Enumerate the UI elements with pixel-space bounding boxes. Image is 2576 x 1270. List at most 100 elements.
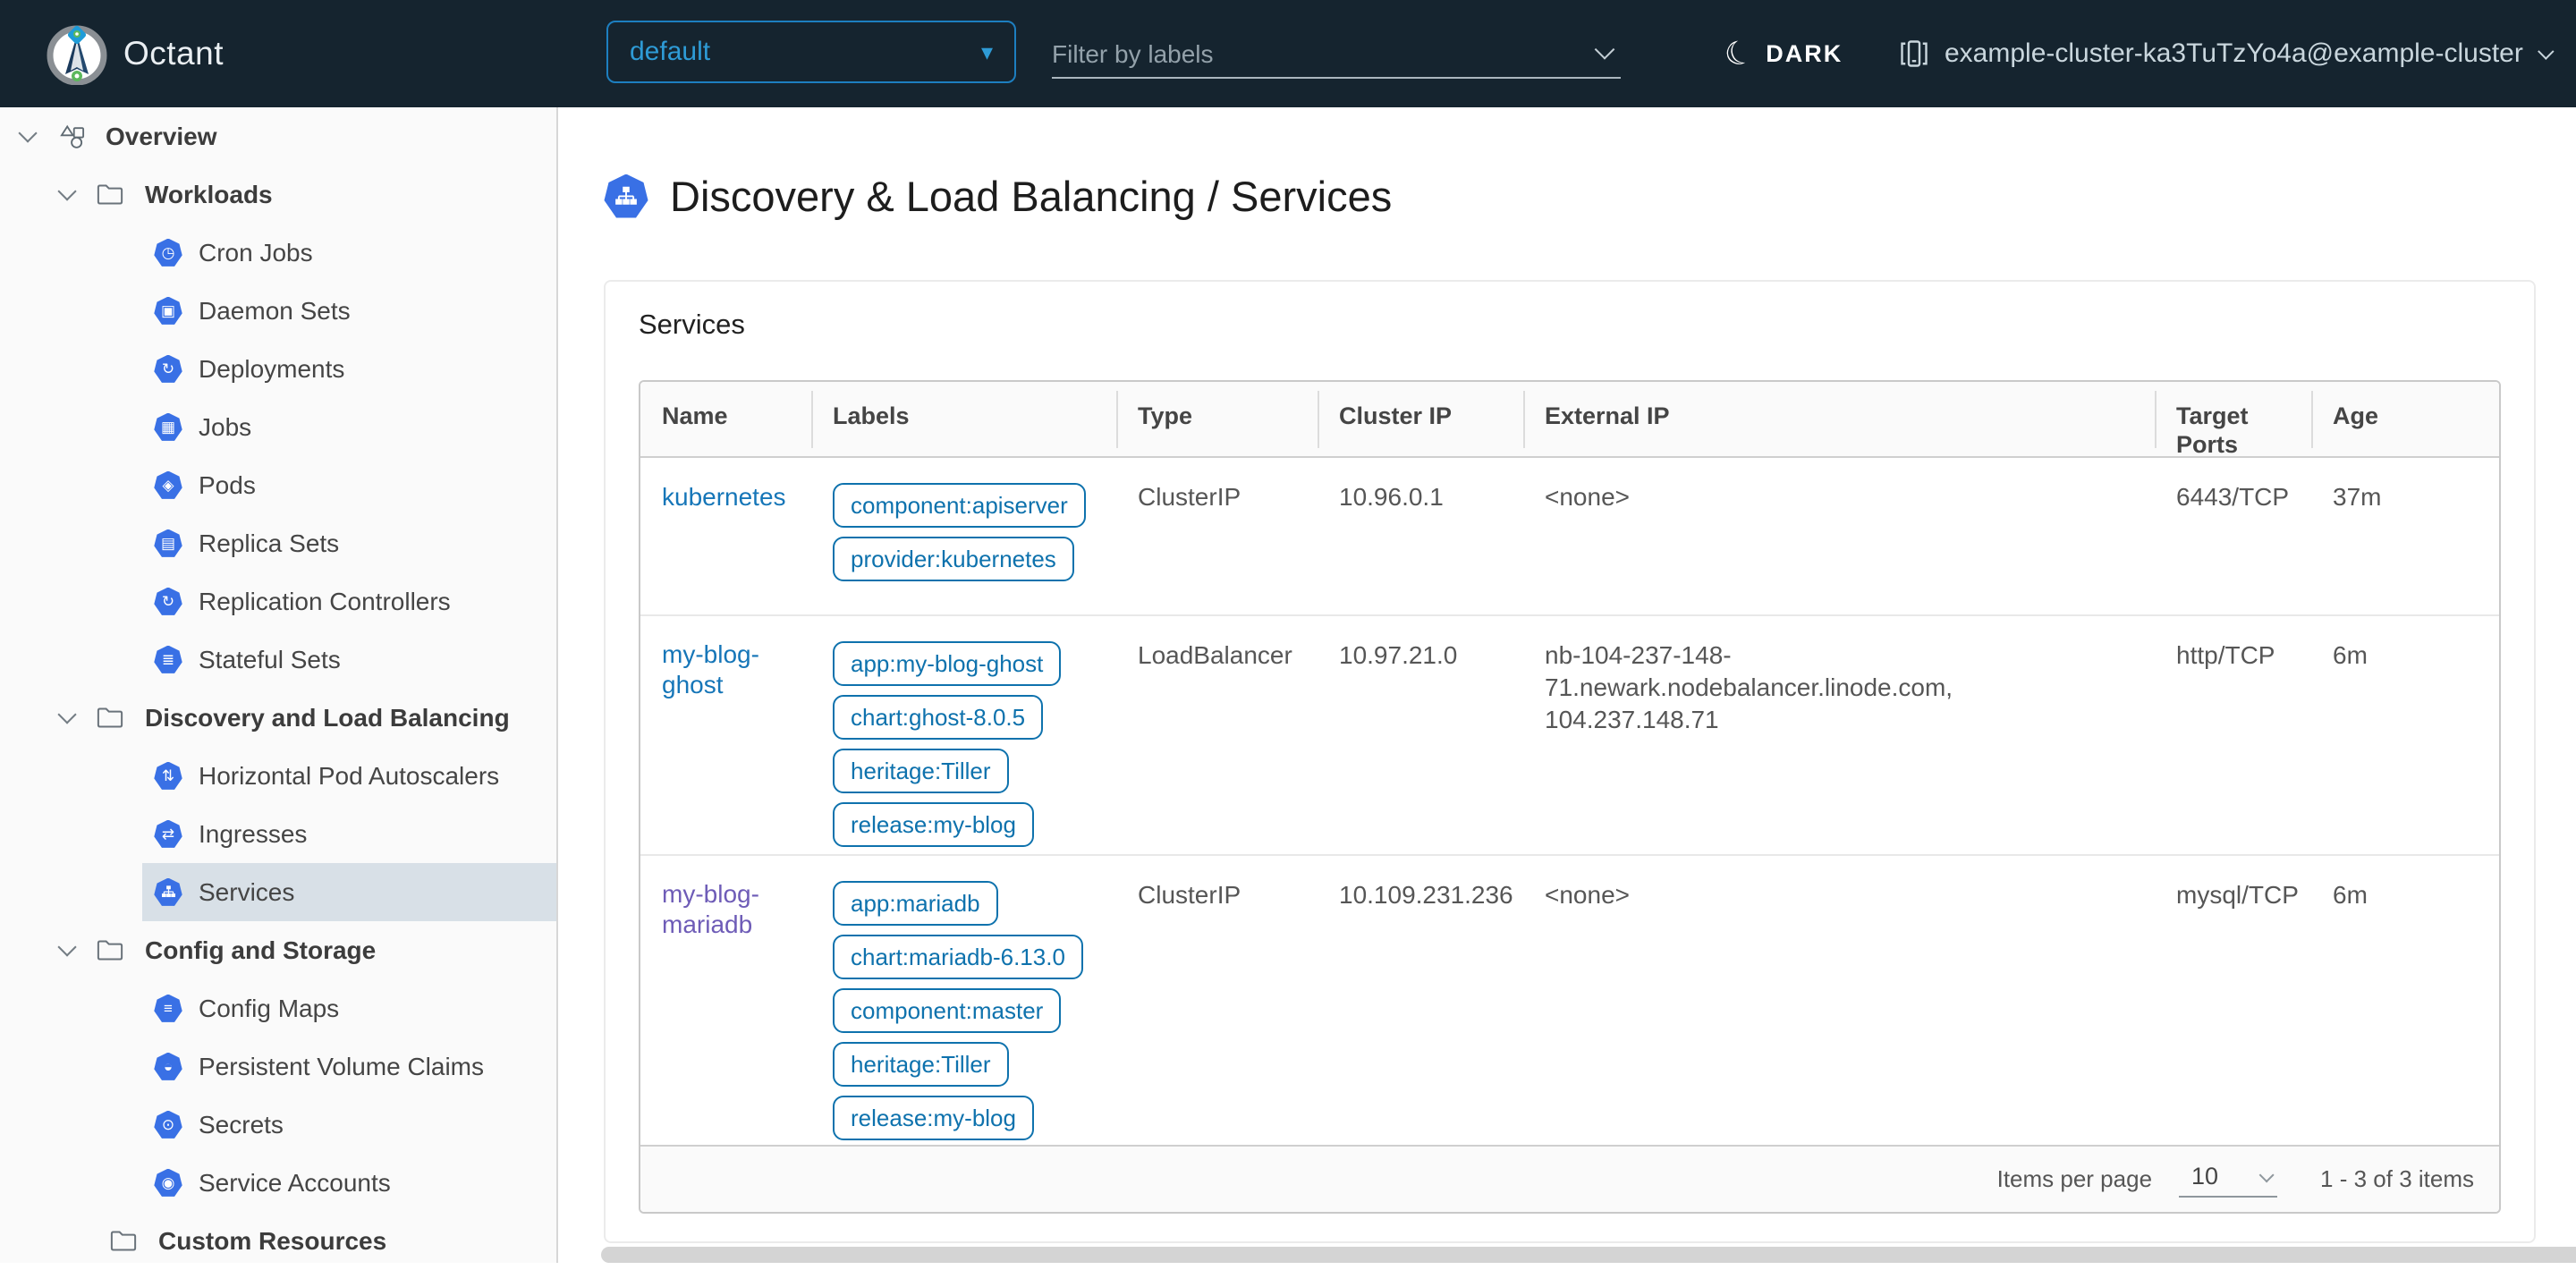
sidebar-item-config-maps[interactable]: ≡ Config Maps — [0, 979, 556, 1037]
label-pill[interactable]: heritage:Tiller — [833, 1042, 1009, 1087]
label-pill[interactable]: app:my-blog-ghost — [833, 641, 1062, 686]
cluster-context-menu[interactable]: example-cluster-ka3TuTzYo4a@example-clus… — [1898, 0, 2555, 107]
table-header-row: Name Labels Type Cluster IP External IP … — [640, 382, 2499, 458]
services-icon — [154, 877, 182, 906]
sidebar-item-persistent-volume-claims[interactable]: ◒ Persistent Volume Claims — [0, 1037, 556, 1096]
sidebar-item-label: Ingresses — [199, 819, 308, 848]
sidebar-item-replica-sets[interactable]: ▤ Replica Sets — [0, 514, 556, 572]
chevron-down-icon — [18, 123, 38, 143]
sidebar-item-stateful-sets[interactable]: ≣ Stateful Sets — [0, 631, 556, 689]
sidebar-item-pods[interactable]: ◈ Pods — [0, 456, 556, 514]
deployments-icon: ↻ — [154, 354, 182, 383]
sidebar-group-workloads[interactable]: Workloads — [0, 165, 556, 224]
stateful-sets-icon: ≣ — [154, 645, 182, 673]
column-header-labels: Labels — [811, 382, 1116, 459]
label-pill[interactable]: chart:ghost-8.0.5 — [833, 695, 1044, 740]
table-pagination: Items per page 10 1 - 3 of 3 items — [640, 1145, 2499, 1212]
pagination-range-text: 1 - 3 of 3 items — [2320, 1165, 2474, 1192]
folder-icon — [97, 939, 123, 961]
jobs-icon: ▦ — [154, 412, 182, 441]
replication-controllers-icon: ↻ — [154, 587, 182, 615]
service-link-my-blog-ghost[interactable]: my-blog-ghost — [662, 639, 790, 700]
label-pill[interactable]: release:my-blog — [833, 1096, 1034, 1140]
pods-icon: ◈ — [154, 470, 182, 499]
octant-logo — [46, 22, 108, 85]
horizontal-scrollbar[interactable] — [601, 1247, 2576, 1263]
services-card: Services Name Labels Type Cluster IP Ext… — [604, 280, 2536, 1243]
column-header-target-ports: Target Ports — [2155, 382, 2311, 459]
secrets-icon: ⊙ — [154, 1110, 182, 1139]
cron-jobs-icon: ◷ — [154, 238, 182, 267]
cell-cluster-ip: 10.96.0.1 — [1339, 483, 1444, 511]
label-pill[interactable]: provider:kubernetes — [833, 537, 1074, 581]
label-pill[interactable]: heritage:Tiller — [833, 749, 1009, 793]
table-row: my-blog-ghost app:my-blog-ghost chart:gh… — [640, 614, 2499, 854]
label-pill[interactable]: component:apiserver — [833, 483, 1086, 528]
cell-age: 37m — [2333, 483, 2382, 511]
chevron-down-icon — [1594, 39, 1615, 60]
folder-icon — [110, 1230, 137, 1252]
filter-by-labels-input[interactable]: Filter by labels — [1052, 32, 1621, 79]
daemon-sets-icon: ▣ — [154, 296, 182, 325]
card-title: Services — [639, 309, 745, 340]
namespace-select[interactable]: default ▾ — [606, 21, 1016, 83]
sidebar-item-label: Cron Jobs — [199, 238, 313, 267]
service-link-my-blog-mariadb[interactable]: my-blog-mariadb — [662, 879, 790, 940]
folder-icon — [97, 707, 123, 729]
sidebar-item-daemon-sets[interactable]: ▣ Daemon Sets — [0, 282, 556, 340]
sidebar-item-label: Replication Controllers — [199, 587, 451, 615]
ingresses-icon: ⇄ — [154, 819, 182, 848]
sidebar-item-deployments[interactable]: ↻ Deployments — [0, 340, 556, 398]
items-per-page-select[interactable]: 10 — [2179, 1161, 2278, 1198]
cell-external-ip: nb-104-237-148-71.newark.nodebalancer.li… — [1545, 641, 1953, 733]
cell-type: ClusterIP — [1138, 483, 1241, 511]
sidebar-group-custom-resources[interactable]: Custom Resources — [0, 1212, 556, 1270]
cell-age: 6m — [2333, 641, 2368, 669]
sidebar-item-overview[interactable]: Overview — [0, 107, 556, 165]
sidebar-item-label: Stateful Sets — [199, 645, 341, 673]
label-pill[interactable]: app:mariadb — [833, 881, 998, 926]
chevron-down-icon — [2258, 1166, 2275, 1182]
column-header-type: Type — [1116, 382, 1318, 459]
services-page-icon — [604, 174, 648, 218]
sidebar-item-services[interactable]: Services — [0, 863, 556, 921]
label-pill[interactable]: chart:mariadb-6.13.0 — [833, 935, 1083, 979]
app-title: Octant — [123, 35, 224, 72]
sidebar-navigation: Overview Workloads ◷ Cron Jobs ▣ Daemon … — [0, 107, 558, 1263]
sidebar-item-secrets[interactable]: ⊙ Secrets — [0, 1096, 556, 1154]
cell-target-ports: http/TCP — [2176, 641, 2275, 669]
sidebar-group-config-and-storage[interactable]: Config and Storage — [0, 921, 556, 979]
label-pill[interactable]: component:master — [833, 988, 1062, 1033]
dark-theme-toggle[interactable]: ☾ DARK — [1719, 0, 1843, 107]
table-row: kubernetes component:apiserver provider:… — [640, 458, 2499, 614]
cell-age: 6m — [2333, 881, 2368, 909]
folder-icon — [97, 183, 123, 206]
cell-cluster-ip: 10.97.21.0 — [1339, 641, 1458, 669]
sidebar-item-label: Jobs — [199, 412, 252, 441]
chevron-down-icon — [2537, 42, 2555, 60]
sidebar-item-service-accounts[interactable]: ◉ Service Accounts — [0, 1154, 556, 1212]
column-header-age: Age — [2311, 382, 2499, 459]
services-datagrid: Name Labels Type Cluster IP External IP … — [639, 380, 2501, 1214]
cell-type: ClusterIP — [1138, 881, 1241, 909]
chevron-down-icon: ▾ — [980, 38, 993, 65]
cluster-icon — [1898, 38, 1930, 70]
replica-sets-icon: ▤ — [154, 529, 182, 557]
sidebar-item-horizontal-pod-autoscalers[interactable]: ⇅ Horizontal Pod Autoscalers — [0, 747, 556, 805]
sidebar-item-label: Services — [199, 877, 295, 906]
cell-type: LoadBalancer — [1138, 641, 1292, 669]
sidebar-item-ingresses[interactable]: ⇄ Ingresses — [0, 805, 556, 863]
filter-placeholder: Filter by labels — [1052, 40, 1214, 68]
column-header-name: Name — [662, 402, 728, 429]
sidebar-group-discovery-and-load-balancing[interactable]: Discovery and Load Balancing — [0, 689, 556, 747]
sidebar-item-jobs[interactable]: ▦ Jobs — [0, 398, 556, 456]
sidebar-item-replication-controllers[interactable]: ↻ Replication Controllers — [0, 572, 556, 631]
label-pill[interactable]: release:my-blog — [833, 802, 1034, 847]
sidebar-item-cron-jobs[interactable]: ◷ Cron Jobs — [0, 224, 556, 282]
service-link-kubernetes[interactable]: kubernetes — [662, 482, 786, 512]
sidebar-item-label: Replica Sets — [199, 529, 340, 557]
chevron-down-icon — [57, 182, 77, 201]
hpa-icon: ⇅ — [154, 761, 182, 790]
chevron-down-icon — [57, 705, 77, 724]
namespace-value: default — [630, 37, 711, 66]
